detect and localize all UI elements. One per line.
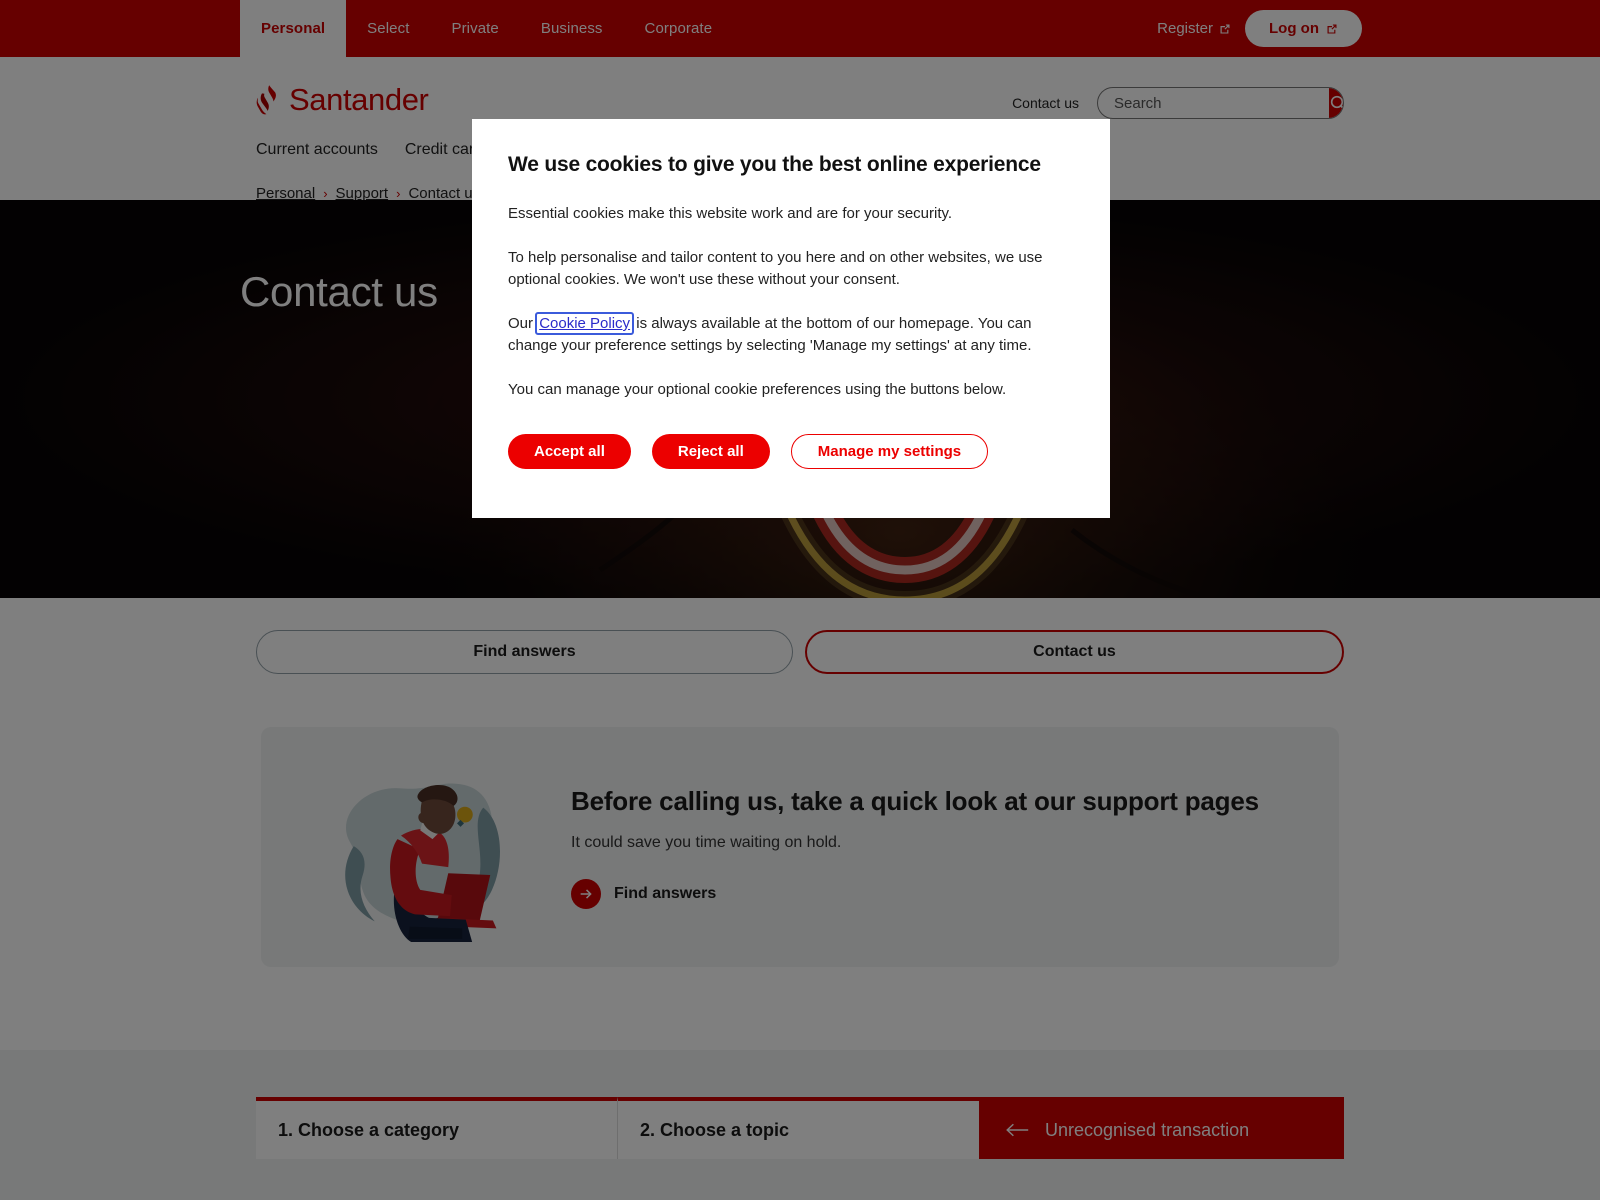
cookie-paragraph-manage: You can manage your optional cookie pref… bbox=[508, 381, 1007, 398]
cookie-paragraph-optional: To help personalise and tailor content t… bbox=[508, 249, 1043, 288]
manage-my-settings-button[interactable]: Manage my settings bbox=[790, 434, 989, 469]
cookie-policy-link[interactable]: Cookie Policy bbox=[535, 312, 635, 335]
page-root: Personal Select Private Business Corpora… bbox=[0, 0, 1600, 1200]
cookie-paragraph-essential: Essential cookies make this website work… bbox=[508, 205, 953, 222]
accept-all-button[interactable]: Accept all bbox=[508, 434, 631, 469]
cookie-consent-dialog: We use cookies to give you the best onli… bbox=[472, 119, 1110, 518]
cookie-policy-pre-text: Our bbox=[508, 315, 538, 332]
cookie-dialog-title: We use cookies to give you the best onli… bbox=[508, 153, 1041, 176]
cookie-dialog-actions: Accept all Reject all Manage my settings bbox=[508, 434, 1073, 469]
cookie-paragraph-policy: Our Cookie Policy is always available at… bbox=[508, 312, 1073, 357]
reject-all-button[interactable]: Reject all bbox=[651, 434, 770, 469]
